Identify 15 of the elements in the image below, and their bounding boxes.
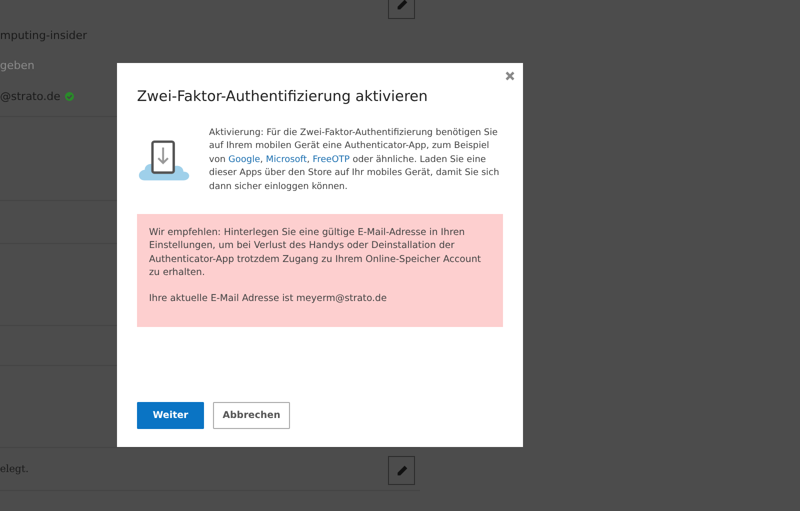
- next-button[interactable]: Weiter: [137, 402, 204, 430]
- cancel-button[interactable]: Abbrechen: [213, 402, 290, 430]
- check-icon: [65, 92, 74, 102]
- link[interactable]: FreeOTP: [312, 154, 350, 165]
- warning-text: Wir empfehlen: Hinterlegen Sie eine gültige E-Mail-Adresse in Ihren Einstellungen, um bei Verlust des Handys oder Deinstallation der Authenticator-App trotzdem Zugang zu Ihrem Online-Speicher Account zu erhalten.: [149, 226, 482, 280]
- pencil-icon: [394, 0, 408, 12]
- link[interactable]: Google: [228, 154, 260, 165]
- link[interactable]: Microsoft: [266, 154, 307, 165]
- dialog-title: Zwei-Faktor-Authentifizierung aktivieren: [137, 89, 429, 105]
- close-icon[interactable]: [505, 71, 515, 81]
- pencil-icon: [394, 464, 408, 478]
- edit-button[interactable]: [388, 456, 415, 485]
- background-text: geben: [0, 59, 34, 72]
- warning-text: Ihre aktuelle E-Mail Adresse ist meyerm@strato.de: [149, 292, 388, 306]
- intro-paragraph: Aktivierung: Für die Zwei-Faktor-Authentifizierung benötigen Sie auf Ihrem mobilen Gerät eine Authenticator-App, zum Beispiel von Google, Microsoft, FreeOTP oder ähnliche. Laden Sie eine dieser Apps über den Store auf Ihr mobiles Gerät, damit Sie sich dann sicher einloggen können.: [209, 127, 500, 194]
